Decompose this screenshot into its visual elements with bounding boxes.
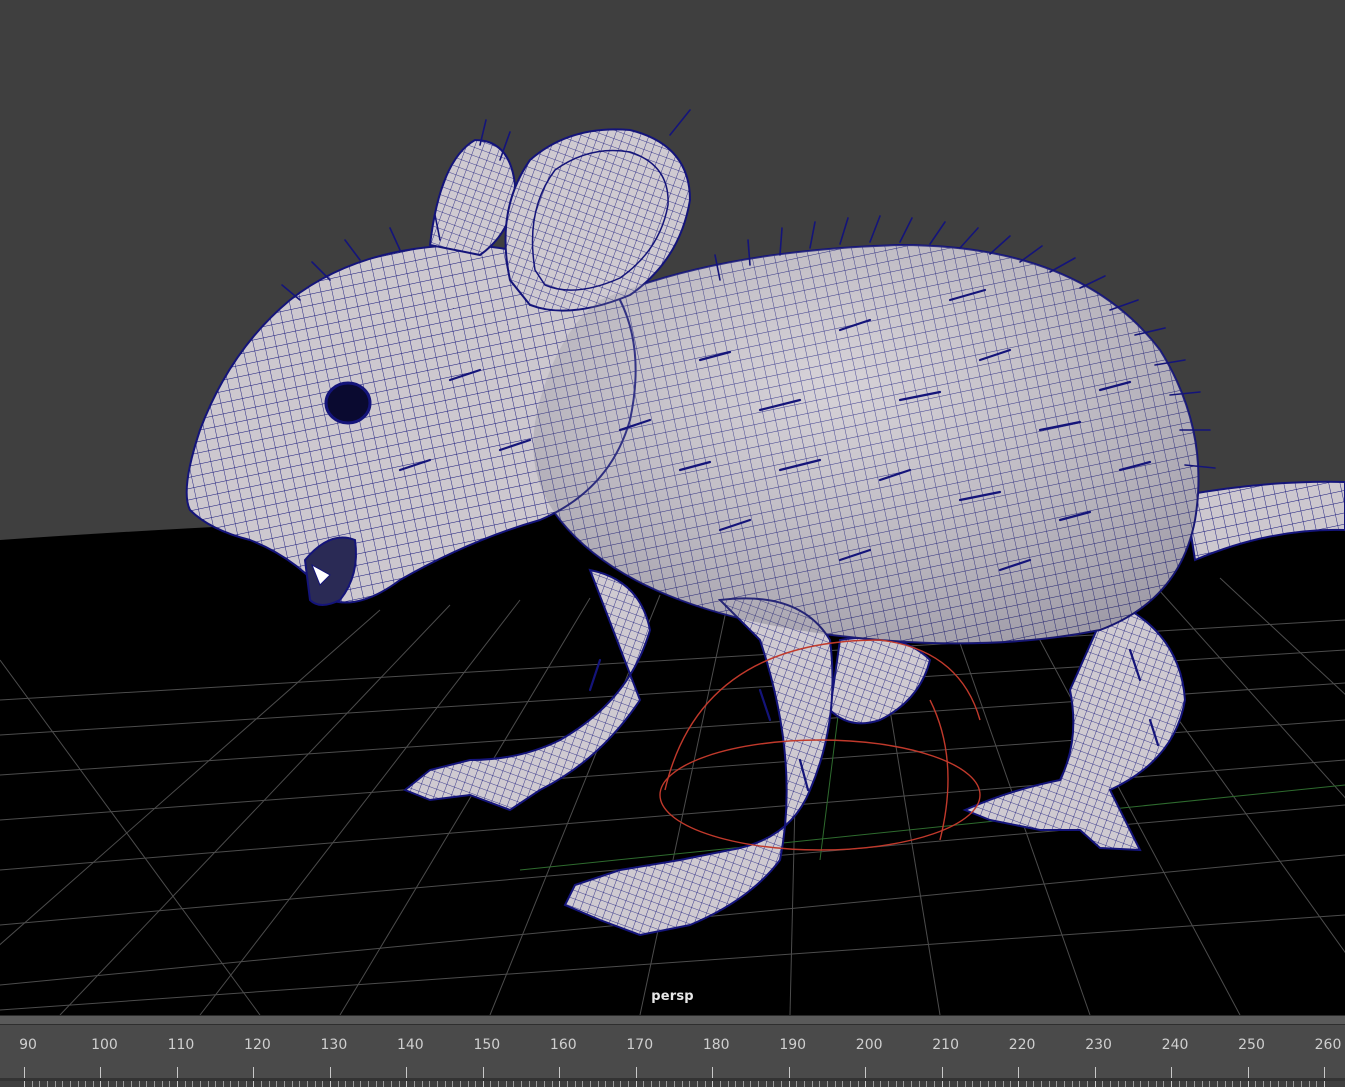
time-slider-track[interactable]: 90 100 110 120 130 140 150 160 170 180 190 200 210 22…: [0, 1025, 1345, 1087]
frame-tick-label: 100: [91, 1037, 118, 1053]
camera-name-label: persp: [651, 989, 694, 1004]
frame-tick-major: [635, 1067, 637, 1087]
frame-tick-label: 170: [626, 1037, 654, 1053]
frame-tick-major: [1324, 1067, 1325, 1087]
frame-tick-major: [1171, 1067, 1173, 1087]
frame-tick-label: 140: [396, 1037, 424, 1053]
frame-tick-label: 220: [1008, 1037, 1036, 1053]
frame-tick-major: [559, 1067, 561, 1087]
frame-tick-label: 200: [855, 1037, 883, 1053]
mouse-eye: [324, 381, 372, 425]
frame-tick-label: 160: [549, 1037, 577, 1053]
frame-tick-major: [24, 1067, 25, 1087]
frame-tick-label: 250: [1238, 1037, 1265, 1053]
frame-tick-major: [100, 1067, 102, 1087]
frame-tick-major: [253, 1067, 255, 1087]
frame-tick-major: [788, 1067, 790, 1087]
frame-tick-label: 120: [244, 1037, 271, 1053]
frame-tick-major: [1018, 1067, 1020, 1087]
frame-tick-label: 150: [473, 1037, 501, 1053]
frame-tick-label: 90: [19, 1037, 37, 1053]
frame-tick-label: 180: [702, 1037, 730, 1053]
frame-tick-label: 110: [167, 1037, 195, 1053]
frame-tick-major: [941, 1067, 943, 1087]
frame-tick-label: 260: [1314, 1037, 1342, 1053]
frame-tick-label: 230: [1085, 1037, 1112, 1053]
time-slider-range-bar[interactable]: [0, 1016, 1345, 1025]
perspective-viewport[interactable]: persp: [0, 0, 1345, 1015]
frame-tick-label: 210: [932, 1037, 960, 1053]
frame-tick-major: [482, 1067, 484, 1087]
frame-tick-major: [176, 1067, 178, 1087]
frame-tick-major: [1094, 1067, 1096, 1087]
frame-tick-label: 130: [320, 1037, 348, 1053]
frame-tick-major: [865, 1067, 867, 1087]
frame-tick-major: [329, 1067, 331, 1087]
frame-tick-label: 190: [779, 1037, 807, 1053]
frame-tick-major: [1247, 1067, 1249, 1087]
frame-tick-major: [406, 1067, 408, 1087]
time-slider[interactable]: 90 100 110 120 130 140 150 160 170 180 190 200 210 22…: [0, 1015, 1345, 1087]
frame-tick-label: 240: [1161, 1037, 1189, 1053]
frame-tick-major: [712, 1067, 714, 1087]
